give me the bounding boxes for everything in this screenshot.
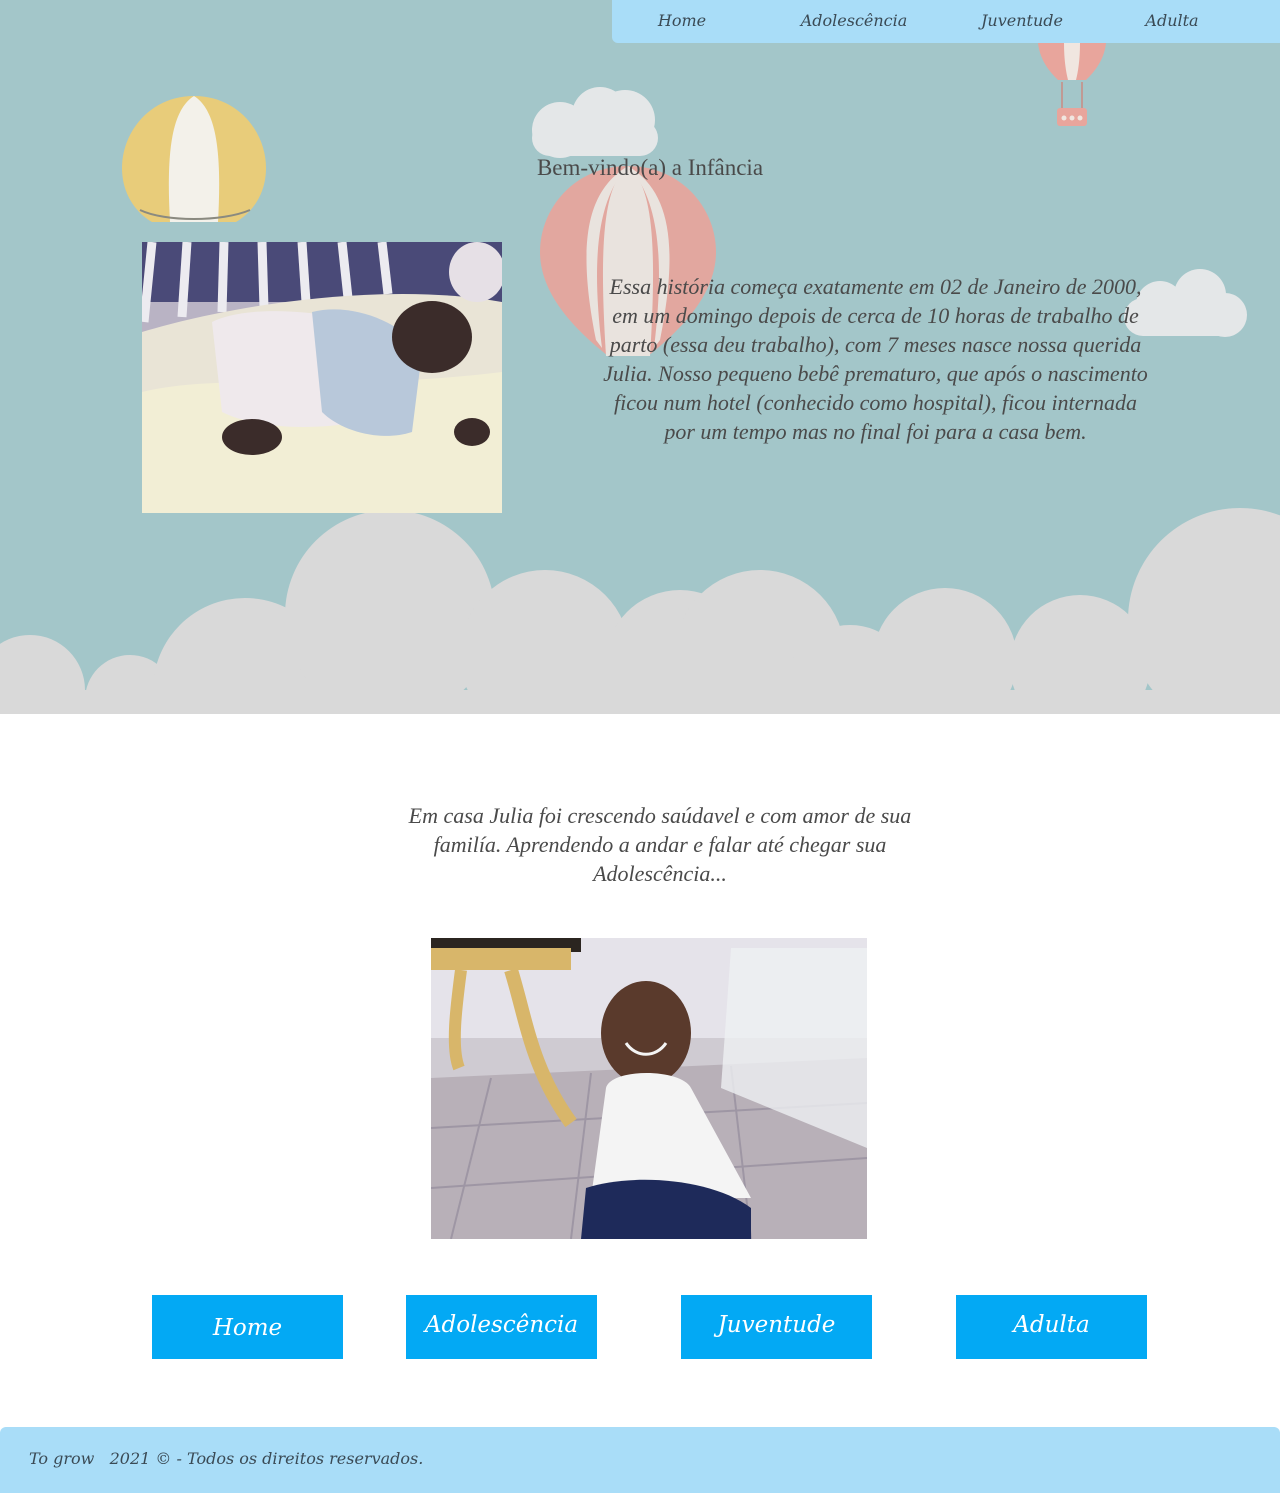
adulta-button[interactable]: Adulta (956, 1295, 1147, 1359)
nav-link-adolescencia[interactable]: Adolescência (801, 11, 908, 30)
baby-crib-photo (142, 242, 502, 513)
page-title: Bem-vindo(a) a Infância (536, 155, 764, 180)
nav-link-adulta[interactable]: Adulta (1145, 11, 1198, 30)
nav-link-juventude[interactable]: Juventude (981, 11, 1063, 30)
small-pink-balloon (1038, 43, 1106, 126)
yellow-balloon (122, 96, 266, 222)
hero-section: Home Adolescência Juventude Adulta Bem-v… (0, 0, 1280, 714)
small-cloud-top (532, 87, 658, 158)
copyright-text: To grow 2021 © - Todos os direitos reser… (29, 1449, 424, 1468)
footer: To grow 2021 © - Todos os direitos reser… (0, 1427, 1280, 1493)
nav-link-home[interactable]: Home (658, 11, 706, 30)
adolescencia-button[interactable]: Adolescência (406, 1295, 597, 1359)
home-button[interactable]: Home (152, 1295, 343, 1359)
hero-story-text: Essa história começa exatamente em 02 de… (603, 274, 1148, 444)
smiling-baby-photo (431, 938, 867, 1239)
top-nav: Home Adolescência Juventude Adulta (612, 0, 1280, 43)
bottom-clouds (0, 508, 1280, 714)
juventude-button[interactable]: Juventude (681, 1295, 872, 1359)
growing-up-text: Em casa Julia foi crescendo saúdavel e c… (408, 803, 912, 886)
